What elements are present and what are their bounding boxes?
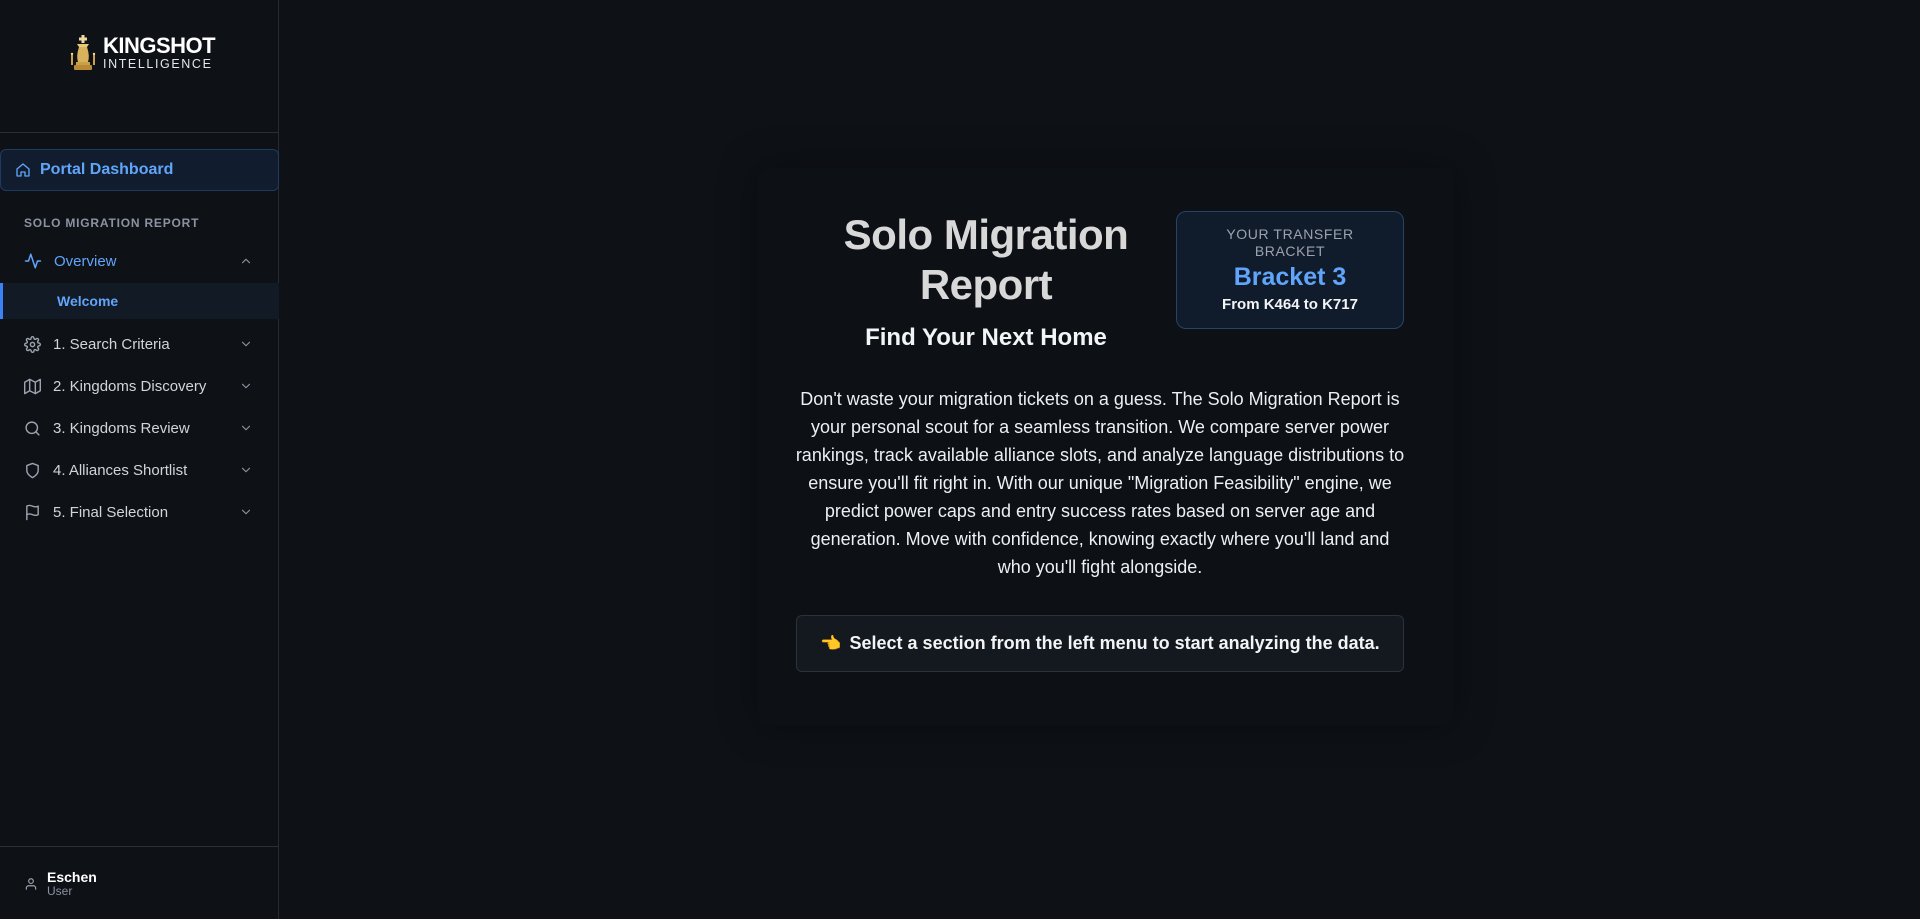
sidebar-item-label: 4. Alliances Shortlist bbox=[53, 461, 188, 479]
portal-dashboard-button[interactable]: Portal Dashboard bbox=[0, 149, 279, 191]
sidebar-subitem-label: Welcome bbox=[57, 293, 119, 309]
brand-name: KINGSHOT bbox=[103, 33, 216, 59]
select-section-hint: 👈 Select a section from the left menu to… bbox=[796, 615, 1404, 672]
logo[interactable]: KINGSHOT INTELLIGENCE bbox=[68, 33, 216, 72]
sidebar-item-label: 1. Search Criteria bbox=[53, 335, 170, 353]
sidebar-item-kingdoms-review[interactable]: 3. Kingdoms Review bbox=[0, 409, 279, 447]
sidebar-item-overview[interactable]: Overview bbox=[0, 242, 279, 280]
transfer-bracket-badge: YOUR TRANSFER BRACKET Bracket 3 From K46… bbox=[1176, 211, 1404, 329]
flag-icon bbox=[26, 504, 39, 520]
home-icon bbox=[16, 163, 30, 177]
sidebar-item-kingdoms-discovery[interactable]: 2. Kingdoms Discovery bbox=[0, 367, 279, 405]
select-section-hint-text: Select a section from the left menu to s… bbox=[849, 633, 1380, 653]
portal-dashboard-label: Portal Dashboard bbox=[40, 161, 174, 178]
sidebar-item-label: 3. Kingdoms Review bbox=[53, 419, 190, 437]
sidebar-item-search-criteria[interactable]: 1. Search Criteria bbox=[0, 325, 279, 363]
sidebar-item-alliances-shortlist[interactable]: 4. Alliances Shortlist bbox=[0, 451, 279, 489]
user-name: Eschen bbox=[47, 869, 97, 885]
sidebar-item-final-selection[interactable]: 5. Final Selection bbox=[0, 493, 279, 531]
page-title: Solo Migration Report bbox=[843, 211, 1129, 308]
user-area[interactable]: Eschen User bbox=[0, 846, 279, 919]
bracket-range: From K464 to K717 bbox=[1222, 296, 1358, 313]
bracket-value: Bracket 3 bbox=[1233, 263, 1347, 291]
search-icon bbox=[25, 420, 40, 436]
sidebar: KINGSHOT INTELLIGENCE Portal Dashboard S… bbox=[0, 0, 279, 919]
sidebar-item-label: Overview bbox=[54, 252, 117, 270]
logo-area: KINGSHOT INTELLIGENCE bbox=[0, 0, 279, 133]
chevron-down-icon bbox=[241, 509, 251, 515]
activity-icon bbox=[24, 253, 42, 269]
sidebar-item-label: 5. Final Selection bbox=[53, 503, 169, 521]
chevron-down-icon bbox=[241, 383, 251, 389]
chevron-down-icon bbox=[241, 341, 251, 347]
chevron-down-icon bbox=[241, 467, 251, 473]
pointing-hand-icon: 👈 bbox=[820, 633, 842, 653]
brand-subtitle: INTELLIGENCE bbox=[103, 57, 213, 72]
shield-icon bbox=[26, 462, 39, 478]
sidebar-item-label: 2. Kingdoms Discovery bbox=[53, 377, 207, 395]
section-title: SOLO MIGRATION REPORT bbox=[24, 216, 200, 230]
user-role: User bbox=[47, 884, 73, 899]
bracket-caption: YOUR TRANSFER BRACKET bbox=[1226, 226, 1354, 259]
king-chess-icon bbox=[70, 35, 96, 70]
chevron-up-icon bbox=[241, 258, 251, 264]
gear-icon bbox=[24, 335, 41, 353]
map-icon bbox=[24, 378, 41, 394]
chevron-down-icon bbox=[241, 425, 251, 431]
report-description: Don't waste your migration tickets on a … bbox=[795, 389, 1405, 577]
sidebar-subitem-welcome[interactable]: Welcome bbox=[0, 283, 279, 319]
page-subtitle: Find Your Next Home bbox=[865, 324, 1107, 351]
user-icon bbox=[25, 878, 37, 890]
